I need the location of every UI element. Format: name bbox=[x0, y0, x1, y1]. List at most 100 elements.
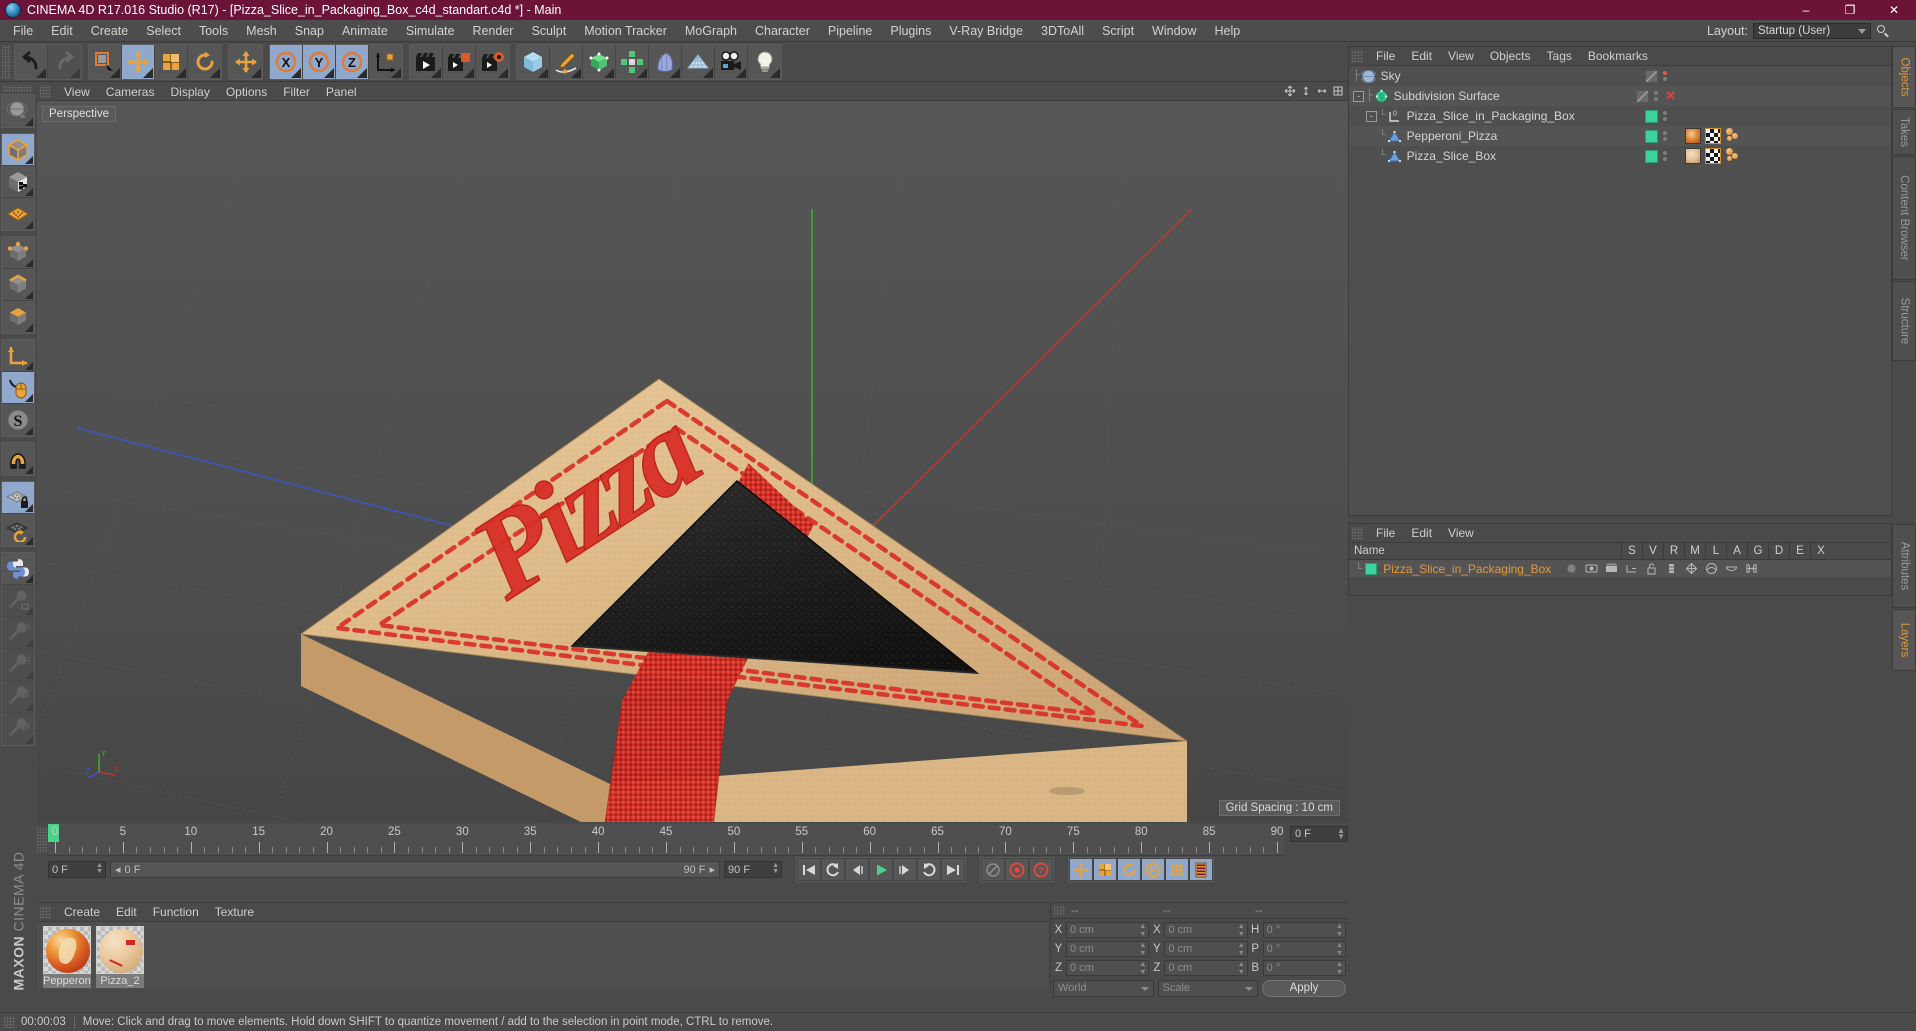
right-tab-structure[interactable]: Structure bbox=[1892, 281, 1916, 361]
add-cube-button[interactable] bbox=[517, 44, 550, 79]
visibility-dots[interactable] bbox=[1663, 151, 1667, 161]
right-tab-content-browser[interactable]: Content Browser bbox=[1892, 156, 1916, 280]
dot-render[interactable] bbox=[1663, 157, 1667, 161]
visibility-swatch[interactable] bbox=[1645, 109, 1658, 123]
menu-item-sculpt[interactable]: Sculpt bbox=[522, 20, 575, 42]
object-axis-tool[interactable] bbox=[2, 340, 34, 372]
render-icon[interactable] bbox=[1605, 562, 1618, 575]
menu-item-create[interactable]: Create bbox=[82, 20, 138, 42]
menu-item-v-ray-bridge[interactable]: V-Ray Bridge bbox=[940, 20, 1032, 42]
scale-tool[interactable] bbox=[155, 44, 188, 79]
target-tool[interactable] bbox=[2, 681, 34, 713]
texture-tag-icon[interactable] bbox=[1725, 148, 1741, 164]
record-pla-button[interactable]: P bbox=[1141, 858, 1165, 881]
visibility-dots[interactable] bbox=[1663, 71, 1667, 81]
layer-column-G[interactable]: G bbox=[1747, 542, 1768, 560]
add-deformer-button[interactable] bbox=[649, 44, 682, 79]
visibility-swatch[interactable] bbox=[1645, 149, 1658, 163]
previous-key-button[interactable] bbox=[821, 858, 845, 881]
redo-button[interactable] bbox=[48, 44, 81, 79]
select-tool[interactable] bbox=[89, 44, 122, 79]
layer-row[interactable]: └ Pizza_Slice_in_Packaging_Box bbox=[1349, 560, 1891, 577]
viewport-drag-handle[interactable] bbox=[40, 85, 51, 98]
xref-icon[interactable] bbox=[1745, 562, 1758, 575]
coordinates-drag-handle[interactable] bbox=[1054, 905, 1065, 916]
object-row[interactable]: - └ 0 Pizza_Slice_in_Packaging_Box bbox=[1349, 106, 1891, 126]
generator-icon[interactable] bbox=[1685, 562, 1698, 575]
uvw-tag-icon[interactable] bbox=[1705, 128, 1721, 144]
stepper-icon[interactable]: ▲ ▼ bbox=[772, 862, 779, 875]
object-manager-drag-handle[interactable] bbox=[1352, 49, 1363, 63]
visibility-dots[interactable] bbox=[1663, 131, 1667, 141]
undo-button[interactable] bbox=[15, 44, 48, 79]
dot-render[interactable] bbox=[1663, 77, 1667, 81]
track-left-arrow-icon[interactable]: ◂ bbox=[115, 863, 121, 876]
size-y-field[interactable]: 0 cm ▲ ▼ bbox=[1164, 940, 1248, 958]
object-row[interactable]: - ├ Subdivision Surface ✕ bbox=[1349, 86, 1891, 106]
dot-render[interactable] bbox=[1663, 137, 1667, 141]
toolbar-drag-handle[interactable] bbox=[2, 44, 11, 79]
rotation-b-field[interactable]: 0 ° ▲ ▼ bbox=[1262, 959, 1346, 976]
edges-mode-tool[interactable] bbox=[2, 269, 34, 301]
menu-item-pipeline[interactable]: Pipeline bbox=[819, 20, 881, 42]
maximize-button[interactable]: ❐ bbox=[1828, 0, 1872, 20]
track-right-arrow-icon[interactable]: ▸ bbox=[709, 863, 715, 876]
viewport-menu-filter[interactable]: Filter bbox=[275, 83, 318, 101]
add-scene-button[interactable] bbox=[682, 44, 715, 79]
layer-manager-menu-file[interactable]: File bbox=[1368, 524, 1403, 543]
stepper-icon[interactable]: ▲ ▼ bbox=[1238, 923, 1245, 939]
undo-view-tool[interactable] bbox=[2, 95, 34, 127]
points-mode-tool[interactable] bbox=[2, 237, 34, 269]
viewport-maximize-icon[interactable] bbox=[1331, 84, 1344, 97]
material-manager-menu-texture[interactable]: Texture bbox=[207, 903, 262, 922]
record-scale-button[interactable] bbox=[1093, 858, 1117, 881]
rotation-h-field[interactable]: 0 ° ▲ ▼ bbox=[1262, 921, 1346, 938]
layer-column-E[interactable]: E bbox=[1789, 542, 1810, 560]
dot-editor[interactable] bbox=[1663, 71, 1667, 75]
right-tab-objects[interactable]: Objects bbox=[1892, 46, 1916, 108]
material-manager-menu-function[interactable]: Function bbox=[145, 903, 207, 922]
menu-item-edit[interactable]: Edit bbox=[42, 20, 82, 42]
position-z-field[interactable]: 0 cm ▲ ▼ bbox=[1066, 959, 1150, 977]
menu-item-select[interactable]: Select bbox=[137, 20, 190, 42]
palette-drag-handle[interactable] bbox=[3, 85, 33, 92]
lock-icon[interactable] bbox=[1645, 562, 1658, 575]
timeline-drag-handle[interactable] bbox=[37, 827, 47, 853]
render-to-picture-viewer-button[interactable] bbox=[443, 44, 476, 79]
stepper-icon[interactable]: ▲ ▼ bbox=[1238, 942, 1245, 958]
play-button[interactable] bbox=[869, 858, 893, 881]
layer-color-swatch[interactable] bbox=[1365, 562, 1378, 575]
record-active-objects-button[interactable] bbox=[1005, 858, 1029, 881]
dot-render[interactable] bbox=[1663, 117, 1667, 121]
object-manager-menu-tags[interactable]: Tags bbox=[1539, 47, 1580, 66]
timeline-ruler[interactable]: 0 5 10 15 20 25 30 35 40 45 50 55 60 65 70 75 80 85 90 bbox=[48, 824, 1284, 856]
workplane-rotate-tool[interactable] bbox=[2, 514, 34, 546]
menu-item-window[interactable]: Window bbox=[1143, 20, 1205, 42]
stepper-icon[interactable]: ▲ ▼ bbox=[1139, 961, 1146, 977]
close-button[interactable]: ✕ bbox=[1872, 0, 1916, 20]
visibility-swatch[interactable] bbox=[1645, 69, 1658, 83]
lock-workplane-tool[interactable] bbox=[2, 482, 34, 514]
deformer-icon[interactable] bbox=[1705, 562, 1718, 575]
statusbar-drag-handle[interactable] bbox=[4, 1016, 15, 1028]
position-y-field[interactable]: 0 cm ▲ ▼ bbox=[1066, 940, 1150, 957]
menu-item-character[interactable]: Character bbox=[746, 20, 819, 42]
dot-editor[interactable] bbox=[1663, 151, 1667, 155]
object-manager-menu-objects[interactable]: Objects bbox=[1482, 47, 1539, 66]
measure-tool[interactable] bbox=[2, 585, 34, 617]
object-row[interactable]: └ Pizza_Slice_Box bbox=[1349, 146, 1891, 166]
step-forward-button[interactable] bbox=[893, 858, 917, 881]
object-manager-menu-bookmarks[interactable]: Bookmarks bbox=[1580, 47, 1656, 66]
viewport-scale-icon[interactable] bbox=[1299, 84, 1312, 97]
add-generator-button[interactable] bbox=[583, 44, 616, 79]
stepper-icon[interactable]: ▲ ▼ bbox=[1238, 961, 1245, 977]
material-tag-box[interactable] bbox=[1685, 148, 1701, 164]
layer-column-D[interactable]: D bbox=[1768, 542, 1789, 560]
lock-x-axis[interactable]: X bbox=[270, 44, 303, 79]
size-x-field[interactable]: 0 cm ▲ ▼ bbox=[1164, 921, 1248, 939]
size-z-field[interactable]: 0 cm ▲ ▼ bbox=[1164, 959, 1248, 977]
layer-column-S[interactable]: S bbox=[1621, 542, 1642, 560]
lock-y-axis[interactable]: Y bbox=[303, 44, 336, 79]
texture-mode-tool[interactable] bbox=[2, 166, 34, 198]
paint-tool[interactable] bbox=[2, 713, 34, 745]
